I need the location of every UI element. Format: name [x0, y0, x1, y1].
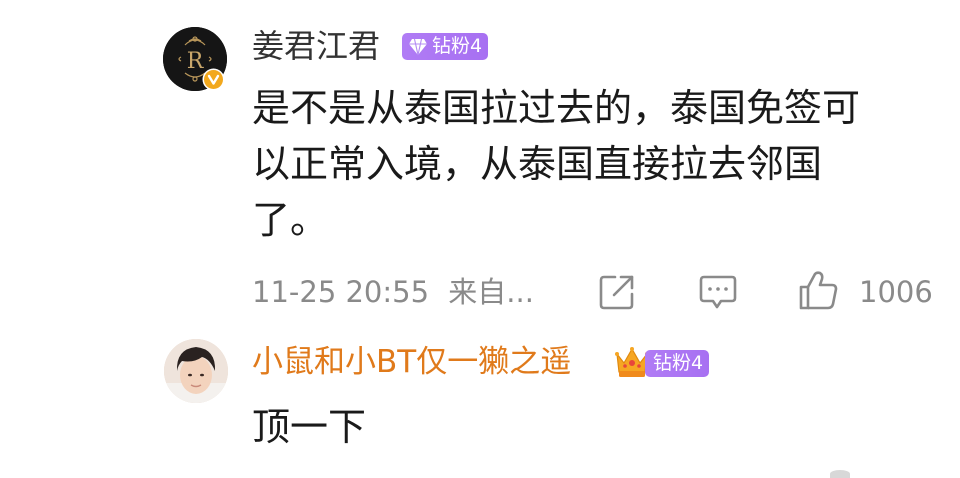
thumbs-up-icon[interactable]	[798, 270, 839, 311]
diamond-icon	[409, 38, 427, 56]
share-icon[interactable]	[598, 273, 636, 311]
fan-badge-label: 钻粉4	[432, 35, 483, 57]
comment-meta: 11-25 20:55 来自...	[252, 274, 534, 310]
fan-level-badge[interactable]: 钻粉4	[645, 350, 710, 377]
user-photo-avatar-icon	[164, 339, 228, 403]
scroll-edge-indicator	[830, 470, 850, 478]
timestamp: 11-25 20:55	[252, 275, 430, 309]
avatar[interactable]	[164, 339, 228, 403]
comment-text-line: 是不是从泰国拉过去的，泰国免签可	[252, 86, 861, 130]
source-label: 来自...	[448, 275, 534, 309]
username[interactable]: 小鼠和小BT仅一獭之遥	[252, 342, 571, 382]
username[interactable]: 姜君江君	[252, 26, 380, 66]
comment-list: R 姜君江君 钻粉4 是不是从泰国拉过去的，泰国免签可 以正常入境，从泰国直接拉…	[0, 0, 960, 478]
fan-badge-label: 钻粉4	[653, 352, 704, 374]
like-count: 1006	[859, 275, 933, 309]
fan-level-badge[interactable]: 钻粉4	[402, 33, 489, 60]
comment-text-line: 了。	[252, 198, 329, 242]
comment-text-line: 以正常入境，从泰国直接拉去邻国	[252, 142, 823, 186]
comment-text: 顶一下	[252, 405, 367, 449]
comment-text: 是不是从泰国拉过去的，泰国免签可 以正常入境，从泰国直接拉去邻国 了。	[252, 80, 902, 248]
verified-v-badge-icon	[202, 68, 225, 91]
comment-icon[interactable]	[699, 274, 737, 310]
